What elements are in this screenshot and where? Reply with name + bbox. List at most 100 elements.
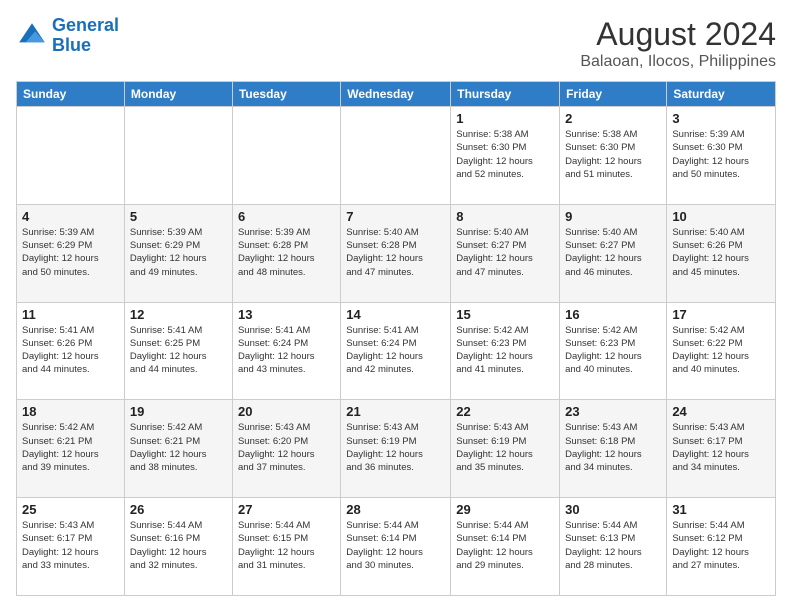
calendar-cell: 24Sunrise: 5:43 AM Sunset: 6:17 PM Dayli… bbox=[667, 400, 776, 498]
logo-text: General Blue bbox=[52, 16, 119, 56]
day-info: Sunrise: 5:43 AM Sunset: 6:20 PM Dayligh… bbox=[238, 421, 335, 474]
day-info: Sunrise: 5:43 AM Sunset: 6:17 PM Dayligh… bbox=[22, 519, 119, 572]
calendar-cell: 12 Sunrise: 5:41 AM Sunset: 6:25 PM Dayli… bbox=[124, 302, 232, 400]
day-info: Sunrise: 5:41 AM Sunset: 6:24 PM Dayligh… bbox=[238, 324, 335, 377]
day-number: 17 bbox=[672, 307, 770, 322]
calendar-cell: 6 Sunrise: 5:39 AM Sunset: 6:28 PM Daylig… bbox=[232, 204, 340, 302]
week-row-2: 4 Sunrise: 5:39 AM Sunset: 6:29 PM Daylig… bbox=[17, 204, 776, 302]
location: Balaoan, Ilocos, Philippines bbox=[580, 53, 776, 71]
days-of-week-row: SundayMondayTuesdayWednesdayThursdayFrid… bbox=[17, 82, 776, 107]
day-info: Sunrise: 5:40 AM Sunset: 6:27 PM Dayligh… bbox=[565, 226, 661, 279]
calendar: SundayMondayTuesdayWednesdayThursdayFrid… bbox=[16, 81, 776, 596]
calendar-cell: 5Sunrise: 5:39 AM Sunset: 6:29 PM Daylig… bbox=[124, 204, 232, 302]
day-number: 29 bbox=[456, 502, 554, 517]
day-number: 1 bbox=[456, 111, 554, 126]
day-number: 2 bbox=[565, 111, 661, 126]
day-number: 7 bbox=[346, 209, 445, 224]
calendar-cell: 3Sunrise: 5:39 AM Sunset: 6:30 PM Daylig… bbox=[667, 107, 776, 205]
day-info: Sunrise: 5:42 AM Sunset: 6:23 PM Dayligh… bbox=[565, 324, 661, 377]
day-number: 19 bbox=[130, 404, 227, 419]
header: General Blue August 2024 Balaoan, Ilocos… bbox=[16, 16, 776, 71]
day-number: 12 bbox=[130, 307, 227, 322]
calendar-cell: 10 Sunrise: 5:40 AM Sunset: 6:26 PM Dayli… bbox=[667, 204, 776, 302]
day-number: 27 bbox=[238, 502, 335, 517]
day-info: Sunrise: 5:42 AM Sunset: 6:23 PM Dayligh… bbox=[456, 324, 554, 377]
day-number: 28 bbox=[346, 502, 445, 517]
day-info: Sunrise: 5:44 AM Sunset: 6:14 PM Dayligh… bbox=[456, 519, 554, 572]
calendar-header: SundayMondayTuesdayWednesdayThursdayFrid… bbox=[17, 82, 776, 107]
day-number: 20 bbox=[238, 404, 335, 419]
month-year: August 2024 bbox=[580, 16, 776, 53]
calendar-cell: 30Sunrise: 5:44 AM Sunset: 6:13 PM Dayli… bbox=[560, 498, 667, 596]
day-info: Sunrise: 5:39 AM Sunset: 6:28 PM Dayligh… bbox=[238, 226, 335, 279]
day-info: Sunrise: 5:40 AM Sunset: 6:27 PM Dayligh… bbox=[456, 226, 554, 279]
day-info: Sunrise: 5:43 AM Sunset: 6:19 PM Dayligh… bbox=[346, 421, 445, 474]
calendar-cell: 28 Sunrise: 5:44 AM Sunset: 6:14 PM Dayli… bbox=[341, 498, 451, 596]
calendar-cell: 8 Sunrise: 5:40 AM Sunset: 6:27 PM Daylig… bbox=[451, 204, 560, 302]
calendar-cell: 26 Sunrise: 5:44 AM Sunset: 6:16 PM Dayli… bbox=[124, 498, 232, 596]
calendar-cell: 7 Sunrise: 5:40 AM Sunset: 6:28 PM Daylig… bbox=[341, 204, 451, 302]
calendar-cell: 13Sunrise: 5:41 AM Sunset: 6:24 PM Dayli… bbox=[232, 302, 340, 400]
day-of-week-monday: Monday bbox=[124, 82, 232, 107]
day-info: Sunrise: 5:39 AM Sunset: 6:30 PM Dayligh… bbox=[672, 128, 770, 181]
week-row-5: 25Sunrise: 5:43 AM Sunset: 6:17 PM Dayli… bbox=[17, 498, 776, 596]
day-info: Sunrise: 5:40 AM Sunset: 6:28 PM Dayligh… bbox=[346, 226, 445, 279]
calendar-cell bbox=[124, 107, 232, 205]
day-of-week-friday: Friday bbox=[560, 82, 667, 107]
calendar-cell: 11 Sunrise: 5:41 AM Sunset: 6:26 PM Dayli… bbox=[17, 302, 125, 400]
title-block: August 2024 Balaoan, Ilocos, Philippines bbox=[580, 16, 776, 71]
day-number: 30 bbox=[565, 502, 661, 517]
day-info: Sunrise: 5:39 AM Sunset: 6:29 PM Dayligh… bbox=[130, 226, 227, 279]
day-info: Sunrise: 5:38 AM Sunset: 6:30 PM Dayligh… bbox=[456, 128, 554, 181]
calendar-cell: 27 Sunrise: 5:44 AM Sunset: 6:15 PM Dayli… bbox=[232, 498, 340, 596]
day-of-week-sunday: Sunday bbox=[17, 82, 125, 107]
day-info: Sunrise: 5:44 AM Sunset: 6:14 PM Dayligh… bbox=[346, 519, 445, 572]
day-number: 4 bbox=[22, 209, 119, 224]
calendar-cell: 16 Sunrise: 5:42 AM Sunset: 6:23 PM Dayli… bbox=[560, 302, 667, 400]
day-info: Sunrise: 5:41 AM Sunset: 6:26 PM Dayligh… bbox=[22, 324, 119, 377]
day-number: 21 bbox=[346, 404, 445, 419]
calendar-cell: 29 Sunrise: 5:44 AM Sunset: 6:14 PM Dayli… bbox=[451, 498, 560, 596]
calendar-cell: 4 Sunrise: 5:39 AM Sunset: 6:29 PM Daylig… bbox=[17, 204, 125, 302]
day-number: 8 bbox=[456, 209, 554, 224]
calendar-cell bbox=[17, 107, 125, 205]
logo-general: General bbox=[52, 15, 119, 35]
calendar-cell: 17 Sunrise: 5:42 AM Sunset: 6:22 PM Dayli… bbox=[667, 302, 776, 400]
day-info: Sunrise: 5:42 AM Sunset: 6:21 PM Dayligh… bbox=[22, 421, 119, 474]
day-info: Sunrise: 5:42 AM Sunset: 6:22 PM Dayligh… bbox=[672, 324, 770, 377]
day-info: Sunrise: 5:38 AM Sunset: 6:30 PM Dayligh… bbox=[565, 128, 661, 181]
calendar-body: 1 Sunrise: 5:38 AM Sunset: 6:30 PM Daylig… bbox=[17, 107, 776, 596]
day-number: 11 bbox=[22, 307, 119, 322]
day-info: Sunrise: 5:43 AM Sunset: 6:19 PM Dayligh… bbox=[456, 421, 554, 474]
day-number: 10 bbox=[672, 209, 770, 224]
calendar-cell: 9Sunrise: 5:40 AM Sunset: 6:27 PM Daylig… bbox=[560, 204, 667, 302]
week-row-3: 11 Sunrise: 5:41 AM Sunset: 6:26 PM Dayli… bbox=[17, 302, 776, 400]
day-info: Sunrise: 5:44 AM Sunset: 6:12 PM Dayligh… bbox=[672, 519, 770, 572]
calendar-cell: 20 Sunrise: 5:43 AM Sunset: 6:20 PM Dayli… bbox=[232, 400, 340, 498]
day-number: 26 bbox=[130, 502, 227, 517]
calendar-cell: 18Sunrise: 5:42 AM Sunset: 6:21 PM Dayli… bbox=[17, 400, 125, 498]
day-number: 15 bbox=[456, 307, 554, 322]
logo: General Blue bbox=[16, 16, 119, 56]
day-info: Sunrise: 5:40 AM Sunset: 6:26 PM Dayligh… bbox=[672, 226, 770, 279]
calendar-cell: 21 Sunrise: 5:43 AM Sunset: 6:19 PM Dayli… bbox=[341, 400, 451, 498]
day-number: 22 bbox=[456, 404, 554, 419]
day-number: 23 bbox=[565, 404, 661, 419]
day-info: Sunrise: 5:41 AM Sunset: 6:25 PM Dayligh… bbox=[130, 324, 227, 377]
day-number: 31 bbox=[672, 502, 770, 517]
logo-icon bbox=[16, 20, 48, 52]
day-of-week-saturday: Saturday bbox=[667, 82, 776, 107]
day-info: Sunrise: 5:39 AM Sunset: 6:29 PM Dayligh… bbox=[22, 226, 119, 279]
logo-blue: Blue bbox=[52, 35, 91, 55]
calendar-cell: 15 Sunrise: 5:42 AM Sunset: 6:23 PM Dayli… bbox=[451, 302, 560, 400]
day-info: Sunrise: 5:44 AM Sunset: 6:15 PM Dayligh… bbox=[238, 519, 335, 572]
day-info: Sunrise: 5:44 AM Sunset: 6:16 PM Dayligh… bbox=[130, 519, 227, 572]
calendar-cell: 19Sunrise: 5:42 AM Sunset: 6:21 PM Dayli… bbox=[124, 400, 232, 498]
day-number: 6 bbox=[238, 209, 335, 224]
day-of-week-wednesday: Wednesday bbox=[341, 82, 451, 107]
day-of-week-thursday: Thursday bbox=[451, 82, 560, 107]
day-of-week-tuesday: Tuesday bbox=[232, 82, 340, 107]
calendar-cell: 14Sunrise: 5:41 AM Sunset: 6:24 PM Dayli… bbox=[341, 302, 451, 400]
day-number: 16 bbox=[565, 307, 661, 322]
page: General Blue August 2024 Balaoan, Ilocos… bbox=[0, 0, 792, 612]
